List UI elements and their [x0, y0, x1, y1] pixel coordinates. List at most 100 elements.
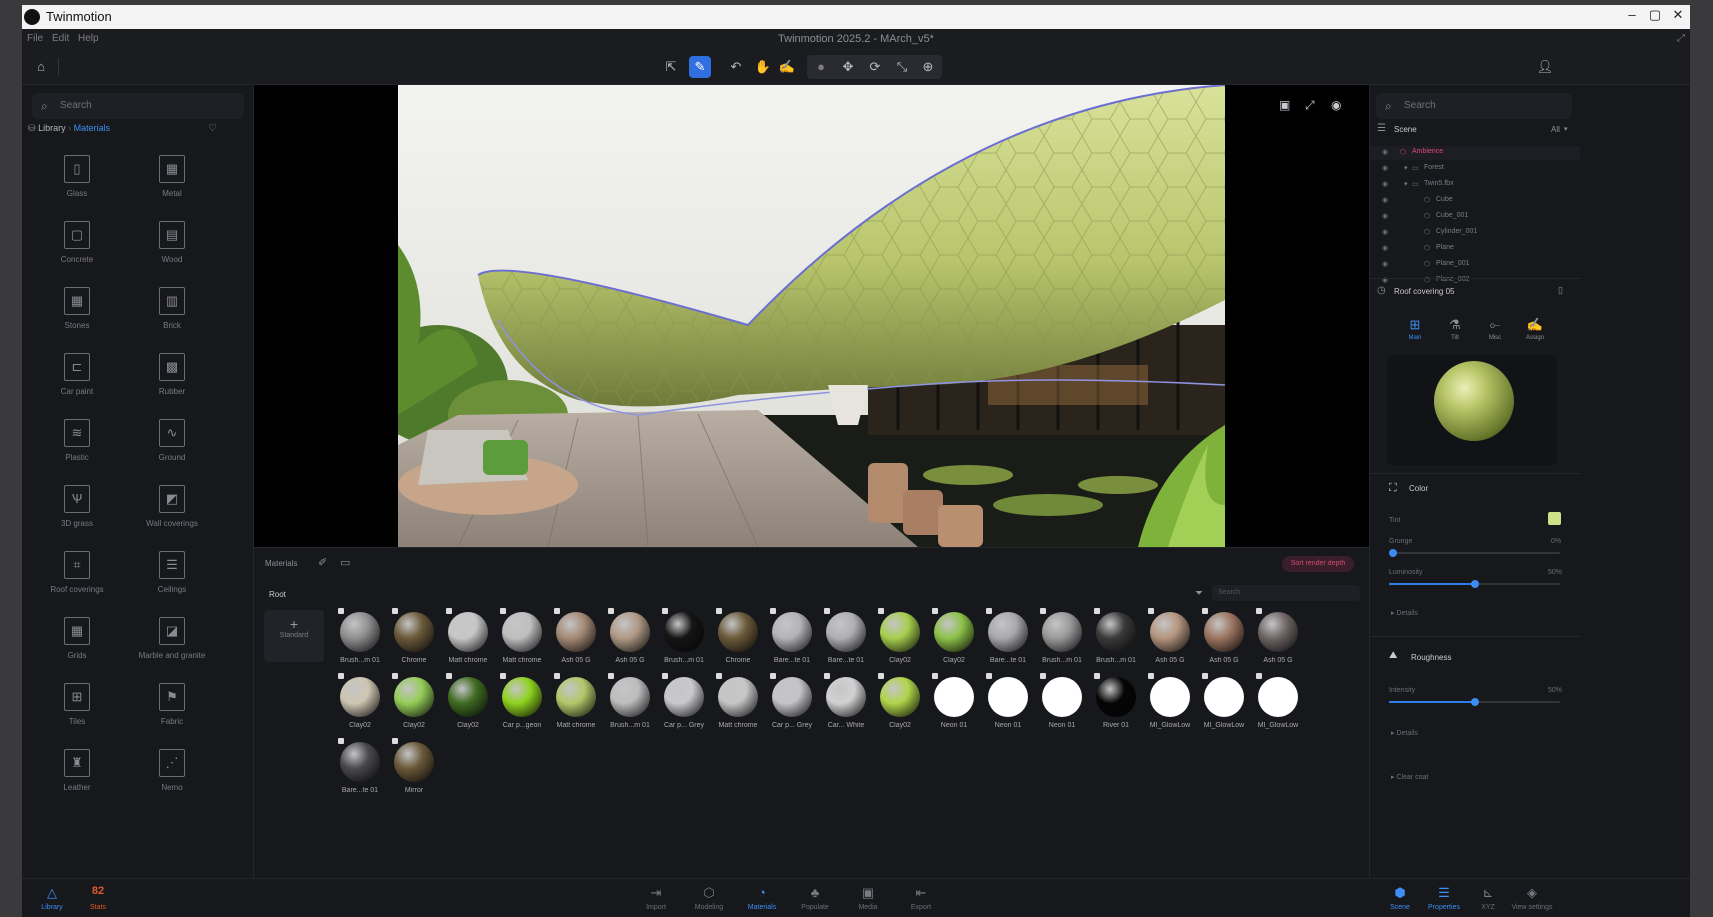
chevron-down-icon[interactable]: ▾	[1564, 125, 1568, 133]
material-sphere[interactable]	[340, 612, 380, 652]
nav-materials[interactable]: ◔ Materials	[732, 885, 792, 911]
material-sphere[interactable]	[880, 677, 920, 717]
grunge-slider[interactable]	[1389, 549, 1560, 557]
minimize-button[interactable]: –	[1622, 7, 1642, 22]
expand-icon[interactable]: ⤢	[1677, 33, 1685, 44]
nav-view-settings[interactable]: ◈ View settings	[1502, 885, 1562, 911]
library-category-fabric[interactable]: ⚑ Fabric	[122, 675, 222, 745]
material-sphere[interactable]	[448, 677, 488, 717]
visibility-eye-icon[interactable]: ◉	[1382, 196, 1388, 204]
library-category-glass[interactable]: ▯ Glass	[27, 147, 127, 217]
visibility-eye-icon[interactable]: ◉	[1382, 212, 1388, 220]
menu-help[interactable]: Help	[78, 33, 99, 44]
material-sphere[interactable]	[1204, 677, 1244, 717]
materials-search-input[interactable]: Search	[1212, 585, 1360, 601]
scene-filter-dropdown[interactable]: All	[1551, 125, 1560, 134]
material-sphere[interactable]	[1258, 677, 1298, 717]
material-sphere[interactable]	[556, 677, 596, 717]
scene-tree-row[interactable]: ◉ ⬡ Plane_001	[1370, 258, 1580, 272]
scene-tree-row[interactable]: ◉ ⬡ Plane	[1370, 242, 1580, 256]
material-sphere[interactable]	[772, 677, 812, 717]
add-material-button[interactable]: + Standard	[264, 610, 324, 662]
material-sphere[interactable]	[934, 612, 974, 652]
material-sphere[interactable]	[1150, 677, 1190, 717]
material-sphere[interactable]	[340, 742, 380, 782]
visibility-eye-icon[interactable]: ◉	[1382, 260, 1388, 268]
library-category-car-paint[interactable]: ⊏ Car paint	[27, 345, 127, 415]
scene-search-input[interactable]: ⌕ Search	[1376, 93, 1572, 119]
maximize-button[interactable]: ▢	[1645, 7, 1665, 23]
material-sphere[interactable]	[664, 677, 704, 717]
camera-view-icon[interactable]: ▣	[1279, 98, 1290, 112]
material-sphere[interactable]	[394, 677, 434, 717]
visibility-eye-icon[interactable]: ◉	[1382, 244, 1388, 252]
material-sphere[interactable]	[610, 612, 650, 652]
menu-file[interactable]: File	[27, 33, 43, 44]
move-icon[interactable]: ✥	[837, 56, 859, 78]
library-category-grids[interactable]: ▦ Grids	[27, 609, 127, 679]
pick-tool-icon[interactable]: ✎	[689, 56, 711, 78]
select-icon[interactable]: ⇱	[660, 56, 682, 78]
eyedropper-icon[interactable]: ✐	[318, 556, 327, 569]
material-sphere[interactable]	[1204, 612, 1244, 652]
material-sphere[interactable]	[448, 612, 488, 652]
material-sphere[interactable]	[340, 677, 380, 717]
3d-viewport[interactable]: ▣ ⤢ ◉	[254, 85, 1369, 547]
library-category-ceilings[interactable]: ☰ Ceilings	[122, 543, 222, 613]
favorite-heart-icon[interactable]: ♡	[208, 123, 217, 134]
scene-tree-row[interactable]: ◉ ⬡ Ambience	[1370, 146, 1580, 160]
library-category-metal[interactable]: ▦ Metal	[122, 147, 222, 217]
visibility-eye-icon[interactable]: ◉	[1382, 164, 1388, 172]
fullscreen-icon[interactable]: ⤢	[1305, 98, 1315, 113]
scene-tree-row[interactable]: ◉ ⬡ Cube	[1370, 194, 1580, 208]
user-icon[interactable]: 👤︎	[1534, 56, 1556, 78]
scene-tree-row[interactable]: ◉ ⬡ Cube_001	[1370, 210, 1580, 224]
material-sphere[interactable]	[502, 677, 542, 717]
nav-media[interactable]: ▣ Media	[838, 885, 898, 911]
property-tab-assign[interactable]: ✍ Assign	[1515, 317, 1555, 341]
library-category-brick[interactable]: ▥ Brick	[122, 279, 222, 349]
material-sphere[interactable]	[718, 612, 758, 652]
library-category-plastic[interactable]: ≋ Plastic	[27, 411, 127, 481]
material-sphere[interactable]	[718, 677, 758, 717]
material-sphere[interactable]	[988, 677, 1028, 717]
material-sphere[interactable]	[1042, 612, 1082, 652]
scene-tree-row[interactable]: ◉ ▾ ▭ Twin5.fbx	[1370, 178, 1580, 192]
material-sphere[interactable]	[880, 612, 920, 652]
material-sphere[interactable]	[1042, 677, 1082, 717]
visibility-eye-icon[interactable]: ◉	[1382, 180, 1388, 188]
nav-import[interactable]: ⇥ Import	[626, 885, 686, 911]
tint-color-swatch[interactable]	[1548, 512, 1561, 525]
library-category-leather[interactable]: ♜ Leather	[27, 741, 127, 811]
property-tab-main[interactable]: ⊞ Main	[1395, 317, 1435, 341]
render-depth-pill[interactable]: Sort render depth	[1282, 556, 1354, 572]
sphere-tool-icon[interactable]: ●	[810, 56, 832, 78]
library-category-wall-coverings[interactable]: ◩ Wall coverings	[122, 477, 222, 547]
material-sphere[interactable]	[826, 612, 866, 652]
library-category-nemo[interactable]: ⋰ Nemo	[122, 741, 222, 811]
nav-populate[interactable]: ♣ Populate	[785, 885, 845, 911]
visibility-eye-icon[interactable]: ◉	[1382, 148, 1388, 156]
material-sphere[interactable]	[664, 612, 704, 652]
library-category-roof-coverings[interactable]: ⌗ Roof coverings	[27, 543, 127, 613]
pan-hand-icon[interactable]: ✋	[752, 56, 774, 78]
breadcrumb-library[interactable]: Library	[38, 123, 66, 133]
scene-tree-row[interactable]: ◉ ▾ ▭ Forest	[1370, 162, 1580, 176]
intensity-slider[interactable]	[1389, 698, 1560, 706]
library-category-3d-grass[interactable]: Ѱ 3D grass	[27, 477, 127, 547]
world-space-icon[interactable]: ⊕	[917, 56, 939, 78]
visibility-eye-icon[interactable]: ◉	[1331, 98, 1341, 112]
scene-tree-row[interactable]: ◉ ⬡ Plane_002	[1370, 274, 1580, 288]
chevron-down-icon[interactable]: ▾	[1404, 164, 1408, 172]
library-category-ground[interactable]: ∿ Ground	[122, 411, 222, 481]
material-sphere[interactable]	[502, 612, 542, 652]
home-icon[interactable]: ⌂	[30, 56, 52, 78]
lasso-icon[interactable]: ↶	[725, 56, 747, 78]
library-category-tiles[interactable]: ⊞ Tiles	[27, 675, 127, 745]
material-sphere[interactable]	[1096, 612, 1136, 652]
material-sphere[interactable]	[1096, 677, 1136, 717]
paint-icon[interactable]: ✍	[776, 56, 798, 78]
library-category-stones[interactable]: ▦ Stones	[27, 279, 127, 349]
roughness-details-toggle[interactable]: ▸ Details	[1391, 729, 1418, 737]
material-sphere[interactable]	[1150, 612, 1190, 652]
